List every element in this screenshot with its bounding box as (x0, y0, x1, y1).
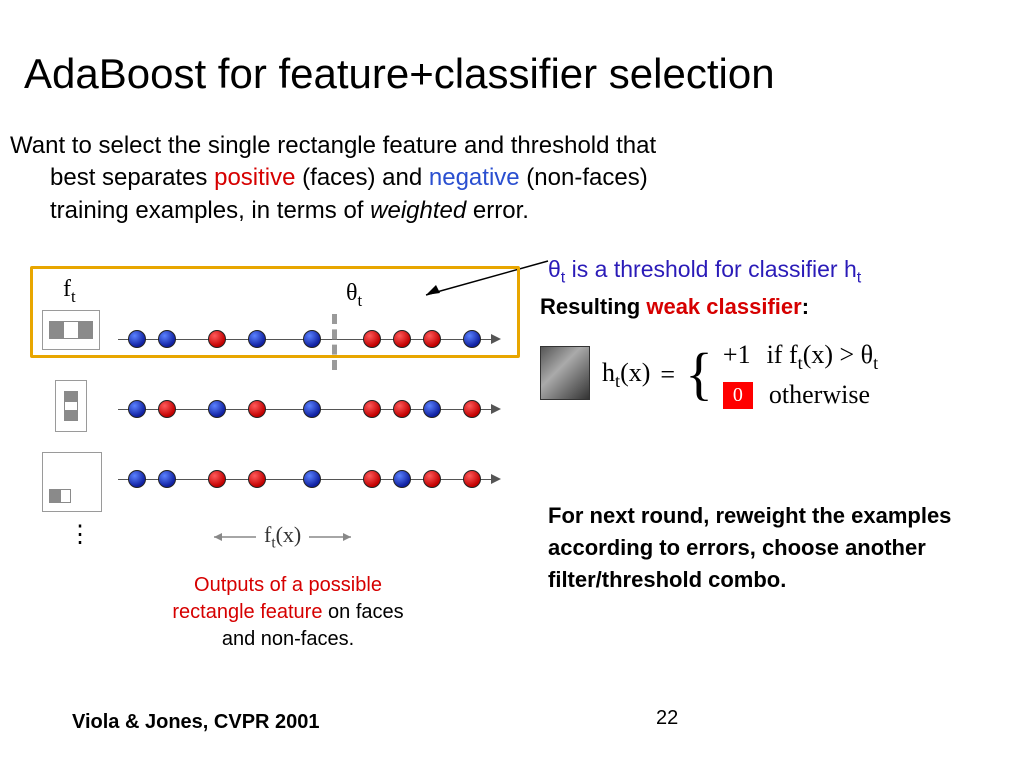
threshold-marker (332, 314, 337, 370)
blue-dot (208, 400, 226, 418)
f-zero-badge: 0 (723, 382, 753, 409)
weak-classifier-heading: Resulting weak classifier: (540, 294, 809, 320)
red-dot (463, 400, 481, 418)
blue-dot (248, 330, 266, 348)
f-if: if f (767, 340, 798, 369)
f-if-t: (x) > θ (803, 340, 873, 369)
ft-label: ft (63, 276, 76, 307)
positive-word: positive (214, 164, 295, 191)
page-number: 22 (656, 707, 678, 730)
tn-s2: t (857, 269, 861, 287)
red-dot (363, 330, 381, 348)
f-lhs-b: (x) (620, 358, 650, 387)
blue-dot (303, 470, 321, 488)
blue-dot (393, 470, 411, 488)
ftx-axis-label: ft(x) (208, 522, 357, 552)
intro-text: training examples, in terms of (50, 197, 370, 224)
blue-dot (303, 400, 321, 418)
blue-dot (128, 330, 146, 348)
f-otherwise: otherwise (769, 380, 870, 410)
red-dot (423, 470, 441, 488)
classifier-formula: ht(x) = { +1 if ft(x) > θt 0 otherwise (540, 340, 878, 410)
red-dot (463, 470, 481, 488)
red-dot (393, 400, 411, 418)
red-dot (248, 470, 266, 488)
slide-title: AdaBoost for feature+classifier selectio… (24, 50, 775, 98)
selection-highlight-box (30, 266, 520, 358)
haar-feature-1 (42, 310, 100, 350)
theta-sub: t (358, 291, 363, 310)
red-dot (208, 470, 226, 488)
blue-dot (128, 400, 146, 418)
citation: Viola & Jones, CVPR 2001 (72, 711, 320, 734)
intro-text: best separates (50, 164, 214, 191)
wk-b: weak classifier (646, 294, 801, 319)
theta-label: θt (346, 280, 362, 311)
weighted-word: weighted (370, 197, 466, 224)
blue-dot (303, 330, 321, 348)
intro-text: error. (466, 197, 529, 224)
vertical-ellipsis-icon: ⋮ (68, 520, 92, 549)
haar-feature-3 (42, 452, 102, 512)
f-plus1: +1 (723, 340, 751, 370)
f-eq: = (660, 360, 675, 390)
blue-dot (128, 470, 146, 488)
red-dot (363, 400, 381, 418)
intro-line1: Want to select the single rectangle feat… (10, 132, 656, 159)
f-if-s2: t (873, 353, 878, 373)
red-dot (423, 330, 441, 348)
blue-dot (463, 330, 481, 348)
blue-dot (158, 330, 176, 348)
intro-text: (faces) and (295, 164, 428, 191)
intro-text: (non-faces) (520, 164, 648, 191)
tn-b: is a threshold for classifier h (565, 256, 856, 282)
negative-word: negative (429, 164, 520, 191)
next-round-note: For next round, reweight the examples ac… (548, 500, 1018, 596)
ft-text: f (63, 276, 71, 302)
wk-a: Resulting (540, 294, 646, 319)
face-thumbnail-icon (540, 346, 590, 400)
intro-paragraph: Want to select the single rectangle feat… (10, 130, 730, 227)
red-dot (363, 470, 381, 488)
blue-dot (158, 470, 176, 488)
theta-text: θ (346, 280, 358, 306)
red-dot (208, 330, 226, 348)
red-dot (248, 400, 266, 418)
ft-sub: t (71, 287, 76, 306)
red-dot (158, 400, 176, 418)
diagram-caption: Outputs of a possible rectangle feature … (158, 572, 418, 653)
red-dot (393, 330, 411, 348)
blue-dot (423, 400, 441, 418)
tn-a: θ (548, 256, 561, 282)
f-lhs-a: h (602, 358, 615, 387)
threshold-note: θt is a threshold for classifier ht (548, 256, 861, 288)
wk-c: : (802, 294, 809, 319)
haar-feature-2 (55, 380, 87, 432)
ftx-tail: (x) (276, 522, 302, 547)
